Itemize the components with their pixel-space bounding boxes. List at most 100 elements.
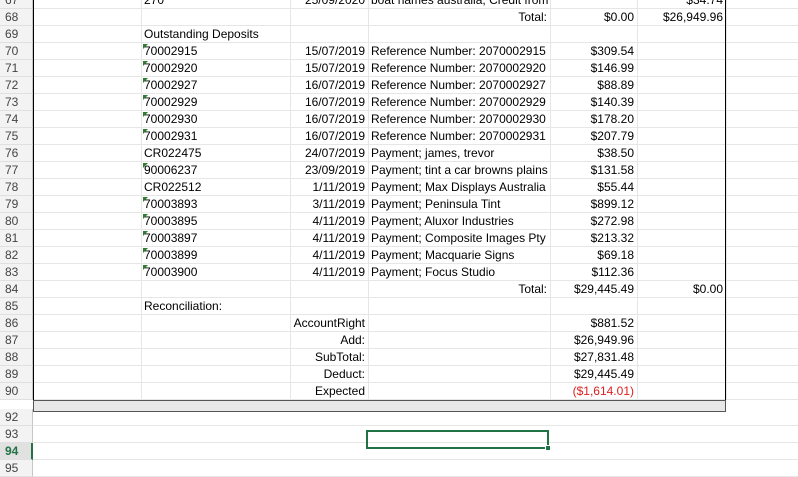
deposit-amount[interactable]: $272.98	[550, 213, 637, 230]
deposit-amount[interactable]: $140.39	[550, 94, 637, 111]
row-header-93[interactable]: 93	[0, 426, 33, 443]
deposit-date[interactable]: 3/11/2019	[290, 196, 368, 213]
deposit-id[interactable]: 70002927	[141, 77, 290, 94]
cell-partial-desc[interactable]: boat names australia; Credit from 000342…	[368, 0, 550, 9]
deposit-description[interactable]: Payment; Aluxor Industries	[368, 213, 550, 230]
deposit-description[interactable]: Payment; tint a car browns plains	[368, 162, 550, 179]
deposit-description[interactable]: Reference Number: 2070002930	[368, 111, 550, 128]
total-amount[interactable]: $0.00	[550, 9, 637, 26]
deposit-id[interactable]: 70002931	[141, 128, 290, 145]
deposit-id[interactable]: 90006237	[141, 162, 290, 179]
deposit-amount[interactable]: $213.32	[550, 230, 637, 247]
deposit-date[interactable]: 24/07/2019	[290, 145, 368, 162]
deposit-date[interactable]: 16/07/2019	[290, 77, 368, 94]
spreadsheet-grid[interactable]: 67 68 69 70 71 72 73 74 75 76 77 78 79 80 81 82 83 84 85 86…	[0, 0, 798, 477]
deposit-amount[interactable]: $88.89	[550, 77, 637, 94]
deposit-description[interactable]: Reference Number: 2070002931	[368, 128, 550, 145]
reconciliation-label[interactable]: AccountRight	[290, 315, 368, 332]
deposit-amount[interactable]: $69.18	[550, 247, 637, 264]
reconciliation-amount[interactable]: ($1,614.01)	[550, 383, 637, 400]
deposit-date[interactable]: 4/11/2019	[290, 247, 368, 264]
fill-handle[interactable]	[545, 445, 551, 451]
deposit-description[interactable]: Payment; Composite Images Pty	[368, 230, 550, 247]
deposit-description[interactable]: Reference Number: 2070002920	[368, 60, 550, 77]
row-header-86[interactable]: 86	[0, 315, 33, 332]
total-extra-amount[interactable]: $26,949.96	[637, 9, 726, 26]
deposit-date[interactable]: 1/11/2019	[290, 179, 368, 196]
total-extra-amount[interactable]: $0.00	[637, 281, 726, 298]
row-header-95[interactable]: 95	[0, 460, 33, 477]
deposit-id[interactable]: 70003897	[141, 230, 290, 247]
row-header-83[interactable]: 83	[0, 264, 33, 281]
row-header-72[interactable]: 72	[0, 77, 33, 94]
row-header-76[interactable]: 76	[0, 145, 33, 162]
row-header-68[interactable]: 68	[0, 9, 33, 26]
deposit-date[interactable]: 15/07/2019	[290, 60, 368, 77]
row-header-74[interactable]: 74	[0, 111, 33, 128]
cell-partial-a[interactable]: 270	[141, 0, 290, 9]
total-label[interactable]: Total:	[368, 281, 550, 298]
row-header-90[interactable]: 90	[0, 383, 33, 400]
row-header-71[interactable]: 71	[0, 60, 33, 77]
row-header-89[interactable]: 89	[0, 366, 33, 383]
deposit-id[interactable]: CR022475	[141, 145, 290, 162]
row-header-94[interactable]: 94	[0, 443, 33, 460]
deposit-id[interactable]: 70002929	[141, 94, 290, 111]
row-header-75[interactable]: 75	[0, 128, 33, 145]
deposit-date[interactable]: 4/11/2019	[290, 213, 368, 230]
row-header-87[interactable]: 87	[0, 332, 33, 349]
row-header-80[interactable]: 80	[0, 213, 33, 230]
row-header-82[interactable]: 82	[0, 247, 33, 264]
deposit-amount[interactable]: $112.36	[550, 264, 637, 281]
reconciliation-label[interactable]: SubTotal:	[290, 349, 368, 366]
deposit-id[interactable]: 70002920	[141, 60, 290, 77]
row-header-84[interactable]: 84	[0, 281, 33, 298]
section-reconciliation[interactable]: Reconciliation:	[141, 298, 341, 315]
deposit-date[interactable]: 4/11/2019	[290, 264, 368, 281]
reconciliation-amount[interactable]: $26,949.96	[550, 332, 637, 349]
reconciliation-amount[interactable]: $29,445.49	[550, 366, 637, 383]
deposit-date[interactable]: 23/09/2019	[290, 162, 368, 179]
deposit-description[interactable]: Payment; Peninsula Tint	[368, 196, 550, 213]
row-header-77[interactable]: 77	[0, 162, 33, 179]
deposit-description[interactable]: Payment; Max Displays Australia	[368, 179, 550, 196]
deposit-amount[interactable]: $146.99	[550, 60, 637, 77]
reconciliation-label[interactable]: Add:	[290, 332, 368, 349]
selected-cell[interactable]	[366, 430, 549, 449]
deposit-date[interactable]: 16/07/2019	[290, 128, 368, 145]
deposit-description[interactable]: Payment; Focus Studio	[368, 264, 550, 281]
deposit-amount[interactable]: $178.20	[550, 111, 637, 128]
row-header-70[interactable]: 70	[0, 43, 33, 60]
reconciliation-amount[interactable]: $27,831.48	[550, 349, 637, 366]
row-header-81[interactable]: 81	[0, 230, 33, 247]
deposit-id[interactable]: CR022512	[141, 179, 290, 196]
deposit-id[interactable]: 70003899	[141, 247, 290, 264]
row-header-78[interactable]: 78	[0, 179, 33, 196]
deposit-amount[interactable]: $131.58	[550, 162, 637, 179]
deposit-date[interactable]: 16/07/2019	[290, 94, 368, 111]
deposit-amount[interactable]: $207.79	[550, 128, 637, 145]
reconciliation-amount[interactable]: $881.52	[550, 315, 637, 332]
deposit-amount[interactable]: $899.12	[550, 196, 637, 213]
row-header-88[interactable]: 88	[0, 349, 33, 366]
total-label[interactable]: Total:	[368, 9, 550, 26]
row-header-92[interactable]: 92	[0, 409, 33, 426]
total-amount[interactable]: $29,445.49	[550, 281, 637, 298]
row-header-69[interactable]: 69	[0, 26, 33, 43]
row-header-67[interactable]: 67	[0, 0, 33, 9]
deposit-amount[interactable]: $309.54	[550, 43, 637, 60]
deposit-description[interactable]: Payment; james, trevor	[368, 145, 550, 162]
deposit-id[interactable]: 70003900	[141, 264, 290, 281]
deposit-date[interactable]: 16/07/2019	[290, 111, 368, 128]
row-header-79[interactable]: 79	[0, 196, 33, 213]
deposit-id[interactable]: 70003895	[141, 213, 290, 230]
deposit-id[interactable]: 70002930	[141, 111, 290, 128]
deposit-date[interactable]: 4/11/2019	[290, 230, 368, 247]
cell-partial-date[interactable]: 25/09/2020	[290, 0, 368, 9]
section-outstanding-deposits[interactable]: Outstanding Deposits	[141, 26, 341, 43]
deposit-description[interactable]: Reference Number: 2070002927	[368, 77, 550, 94]
deposit-amount[interactable]: $38.50	[550, 145, 637, 162]
deposit-id[interactable]: 70003893	[141, 196, 290, 213]
deposit-amount[interactable]: $55.44	[550, 179, 637, 196]
reconciliation-label[interactable]: Expected	[290, 383, 368, 400]
